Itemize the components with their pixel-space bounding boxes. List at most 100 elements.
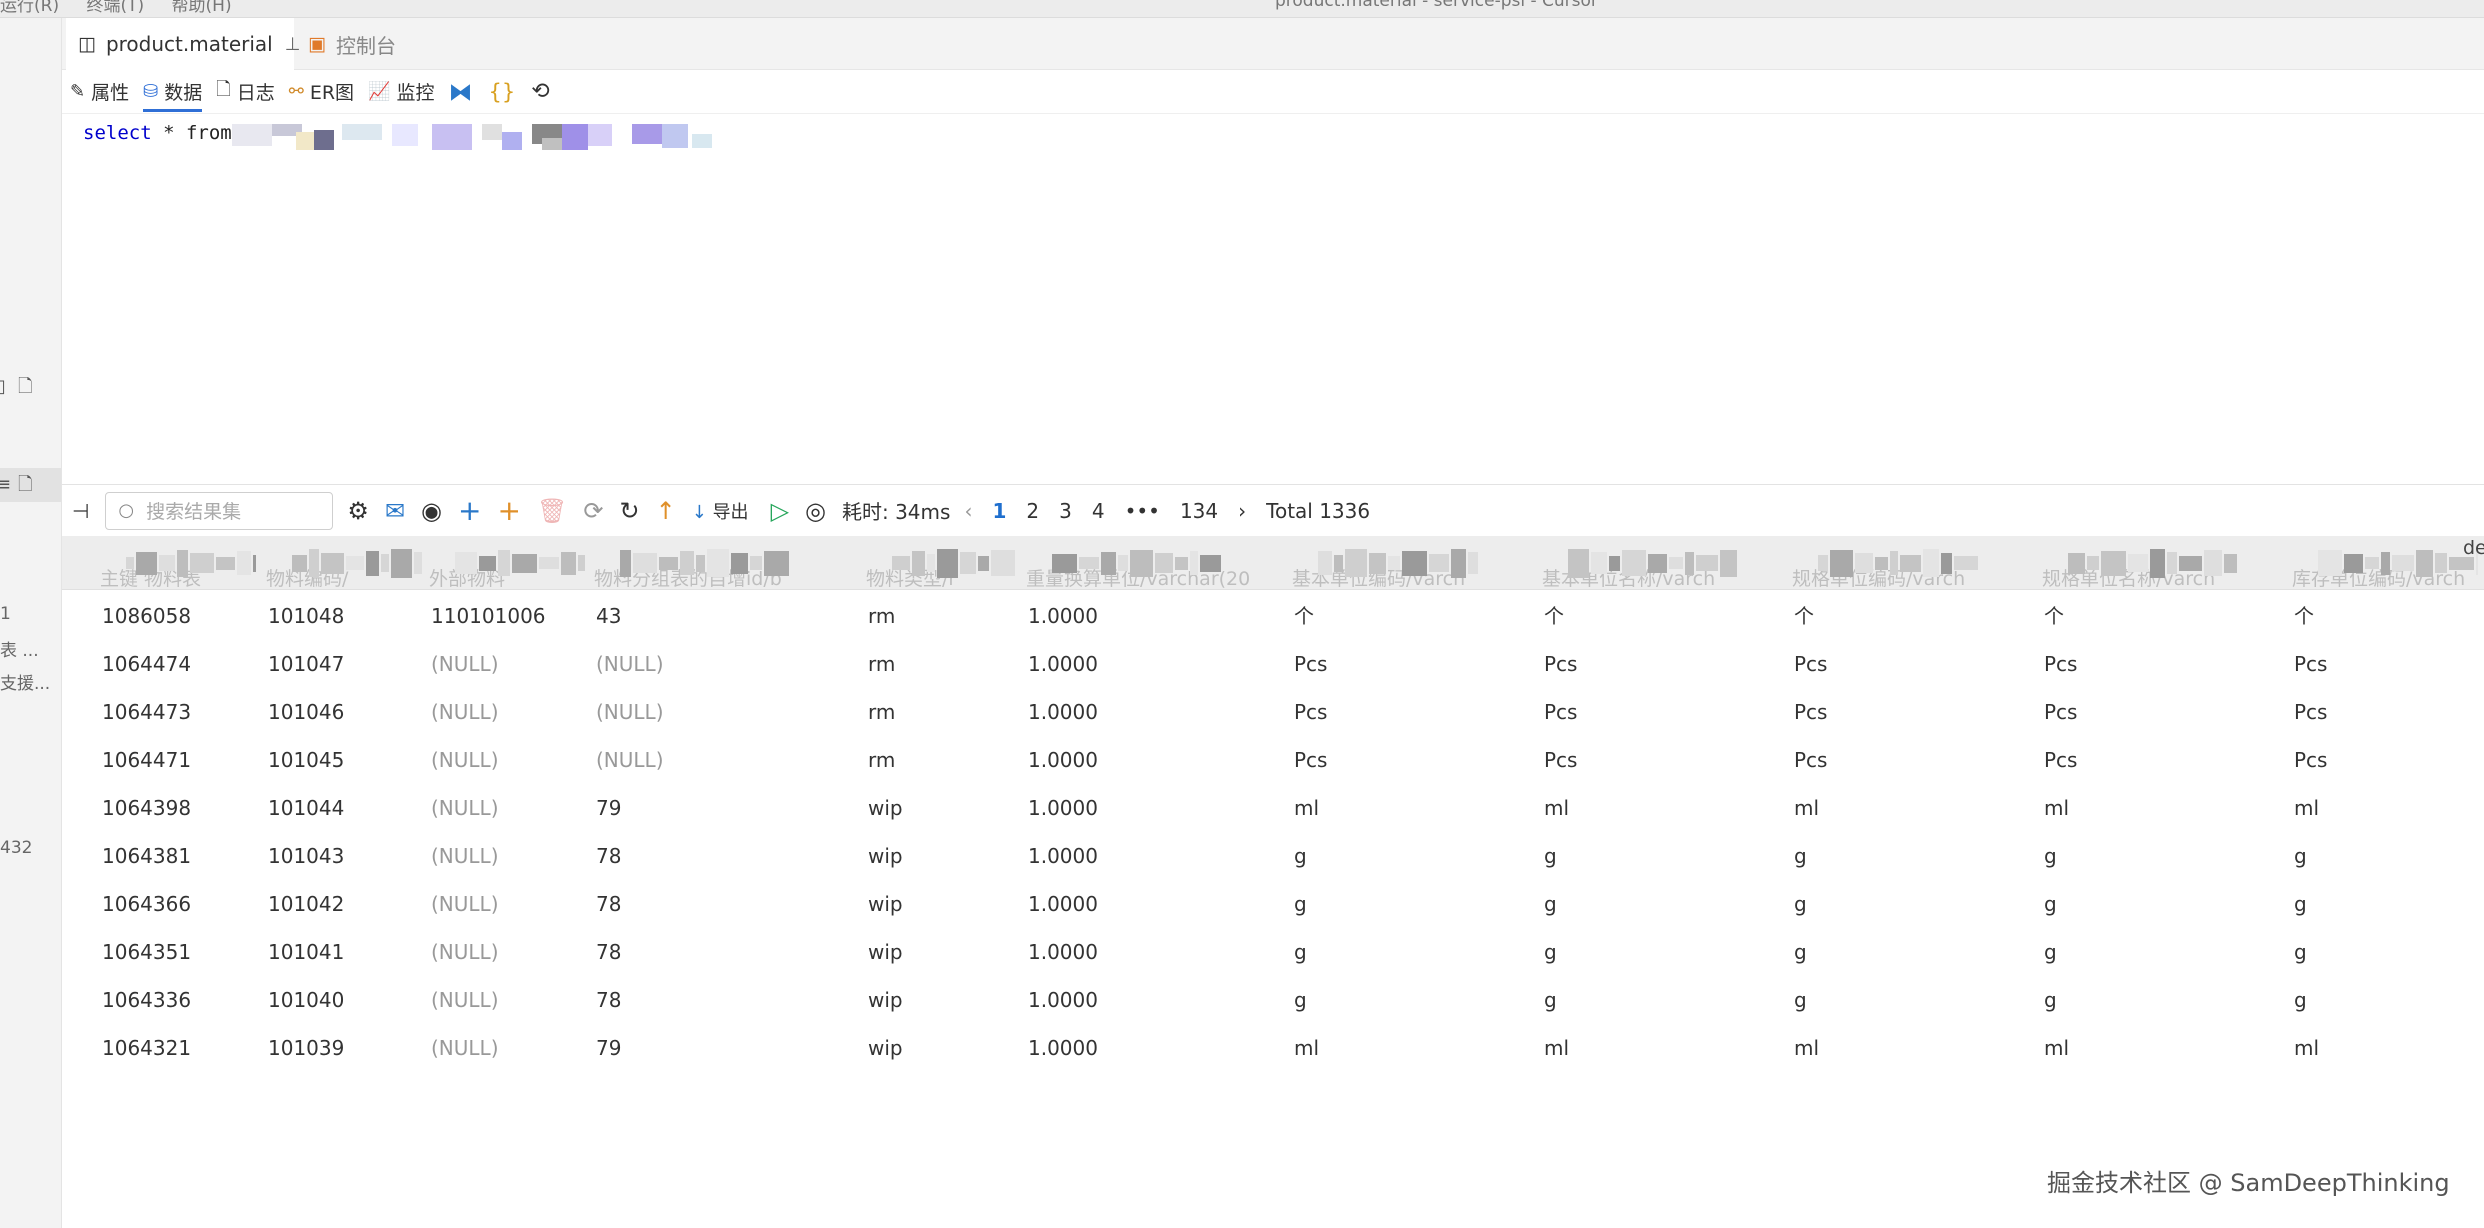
tab-properties[interactable]: ✎ 属性 xyxy=(70,70,129,114)
table-row[interactable]: 1086058 101048 110101006 43 rm 1.0000 个个个个个 xyxy=(62,592,2484,640)
table-cell[interactable]: g xyxy=(2044,880,2289,928)
column-header[interactable]: 规格单位编码/varch xyxy=(1788,536,2033,589)
table-cell[interactable]: ml xyxy=(2294,784,2484,832)
table-cell[interactable]: 79 xyxy=(596,784,856,832)
table-cell[interactable]: g xyxy=(2044,976,2289,1024)
table-cell[interactable]: Pcs xyxy=(2044,736,2289,784)
menu-run[interactable]: 运行(R) xyxy=(0,0,59,16)
history-icon[interactable]: ⟲ xyxy=(531,79,549,104)
table-cell[interactable]: g xyxy=(1794,832,2039,880)
table-row[interactable]: 1064471 101045 (NULL) (NULL) rm 1.0000 Pcs Pcs P… xyxy=(62,736,2484,784)
column-header[interactable]: 物料分组表的自增id/b xyxy=(590,536,850,589)
table-cell[interactable]: 43 xyxy=(596,592,856,640)
table-cell[interactable]: (NULL) xyxy=(596,640,856,688)
column-header[interactable]: 规格单位名称/varch xyxy=(2038,536,2283,589)
table-cell[interactable]: 个 xyxy=(1794,592,2039,640)
table-cell[interactable]: rm xyxy=(868,640,1023,688)
table-cell[interactable]: 1.0000 xyxy=(1028,976,1288,1024)
table-cell[interactable]: rm xyxy=(868,592,1023,640)
table-cell[interactable]: ml xyxy=(1294,1024,1539,1072)
table-cell[interactable]: Pcs xyxy=(1544,736,1789,784)
table-cell[interactable]: 个 xyxy=(2044,592,2289,640)
table-cell[interactable]: ml xyxy=(2044,784,2289,832)
table-cell[interactable]: (NULL) xyxy=(431,928,591,976)
table-cell[interactable]: 78 xyxy=(596,976,856,1024)
table-cell[interactable]: 1.0000 xyxy=(1028,832,1288,880)
table-cell[interactable]: Pcs xyxy=(1544,688,1789,736)
table-cell[interactable]: 1.0000 xyxy=(1028,1024,1288,1072)
table-cell[interactable]: (NULL) xyxy=(596,736,856,784)
table-row[interactable]: 1064366 101042 (NULL) 78 wip 1.0000 g g g g g xyxy=(62,880,2484,928)
table-cell[interactable]: g xyxy=(1544,976,1789,1024)
table-cell[interactable]: ml xyxy=(1794,784,2039,832)
column-header-cut[interactable]: de xyxy=(2459,538,2484,589)
table-cell[interactable]: 1064321 xyxy=(102,1024,262,1072)
column-header[interactable]: 物料类型/r xyxy=(862,536,1017,589)
table-cell[interactable]: Pcs xyxy=(2294,640,2484,688)
table-cell[interactable]: (NULL) xyxy=(431,784,591,832)
table-cell[interactable]: Pcs xyxy=(2044,640,2289,688)
table-cell[interactable]: 101045 xyxy=(268,736,428,784)
mail-icon[interactable]: ✉ xyxy=(385,497,405,525)
column-header[interactable]: 重量换算单位/varchar(20 xyxy=(1022,536,1282,589)
table-cell[interactable]: (NULL) xyxy=(596,688,856,736)
sidebar-text[interactable]: 表 ... xyxy=(0,636,39,661)
table-cell[interactable]: g xyxy=(2294,832,2484,880)
page-1[interactable]: 1 xyxy=(992,499,1006,523)
table-cell[interactable]: 101047 xyxy=(268,640,428,688)
table-cell[interactable]: Pcs xyxy=(1794,736,2039,784)
table-cell[interactable]: 1064336 xyxy=(102,976,262,1024)
table-cell[interactable]: g xyxy=(2294,976,2484,1024)
table-cell[interactable]: 110101006 xyxy=(431,592,591,640)
column-header[interactable]: 物料编码/ xyxy=(262,536,422,589)
menu-help[interactable]: 帮助(H) xyxy=(172,0,232,16)
table-cell[interactable]: 101043 xyxy=(268,832,428,880)
vscode-icon[interactable]: ⧓ xyxy=(448,78,472,106)
panel-icon[interactable]: ▯ xyxy=(0,376,6,397)
table-cell[interactable]: g xyxy=(1544,832,1789,880)
braces-icon[interactable]: {} xyxy=(488,80,515,104)
file-icon[interactable]: 🗋 xyxy=(18,472,32,502)
table-cell[interactable]: ml xyxy=(1794,1024,2039,1072)
tab-product-material[interactable]: ◫ product.material ⊥ xyxy=(66,18,300,70)
table-cell[interactable]: g xyxy=(1794,880,2039,928)
sidebar-text[interactable]: 支援... xyxy=(0,669,50,694)
table-cell[interactable]: (NULL) xyxy=(431,640,591,688)
table-cell[interactable]: g xyxy=(1294,928,1539,976)
table-cell[interactable]: 78 xyxy=(596,880,856,928)
table-cell[interactable]: g xyxy=(1294,880,1539,928)
table-cell[interactable]: ml xyxy=(2044,1024,2289,1072)
column-header[interactable]: 主键 物料表 xyxy=(96,536,256,589)
page-2[interactable]: 2 xyxy=(1026,499,1039,523)
table-cell[interactable]: Pcs xyxy=(1794,640,2039,688)
column-header[interactable]: 库存单位编码/varch xyxy=(2288,536,2478,589)
table-cell[interactable]: rm xyxy=(868,688,1023,736)
table-cell[interactable]: Pcs xyxy=(1294,640,1539,688)
sync-icon[interactable]: ⟳ xyxy=(583,497,603,525)
table-row[interactable]: 1064321 101039 (NULL) 79 wip 1.0000 ml ml ml ml ml xyxy=(62,1024,2484,1072)
table-cell[interactable]: 个 xyxy=(1294,592,1539,640)
table-cell[interactable]: ml xyxy=(1294,784,1539,832)
table-cell[interactable]: Pcs xyxy=(1544,640,1789,688)
column-header[interactable]: 外部物料 xyxy=(425,536,585,589)
list-icon[interactable]: ≡ xyxy=(0,474,11,495)
tab-er-diagram[interactable]: ⚯ ER图 xyxy=(289,70,354,114)
table-cell[interactable]: g xyxy=(2044,928,2289,976)
table-cell[interactable]: 1.0000 xyxy=(1028,784,1288,832)
table-cell[interactable]: 1064474 xyxy=(102,640,262,688)
table-cell[interactable]: wip xyxy=(868,832,1023,880)
tab-monitor[interactable]: 📈 监控 xyxy=(368,70,434,114)
table-cell[interactable]: rm xyxy=(868,736,1023,784)
table-cell[interactable]: 1064351 xyxy=(102,928,262,976)
table-cell[interactable]: wip xyxy=(868,784,1023,832)
table-cell[interactable]: 101042 xyxy=(268,880,428,928)
refresh-icon[interactable]: ↻ xyxy=(620,497,640,525)
table-cell[interactable]: 1.0000 xyxy=(1028,928,1288,976)
page-ellipsis[interactable]: ••• xyxy=(1125,499,1160,523)
table-cell[interactable]: (NULL) xyxy=(431,832,591,880)
table-cell[interactable]: g xyxy=(2294,928,2484,976)
table-cell[interactable]: g xyxy=(1544,880,1789,928)
tab-console[interactable]: ▣ 控制台 xyxy=(296,18,436,70)
table-cell[interactable]: 101041 xyxy=(268,928,428,976)
table-cell[interactable]: 101040 xyxy=(268,976,428,1024)
